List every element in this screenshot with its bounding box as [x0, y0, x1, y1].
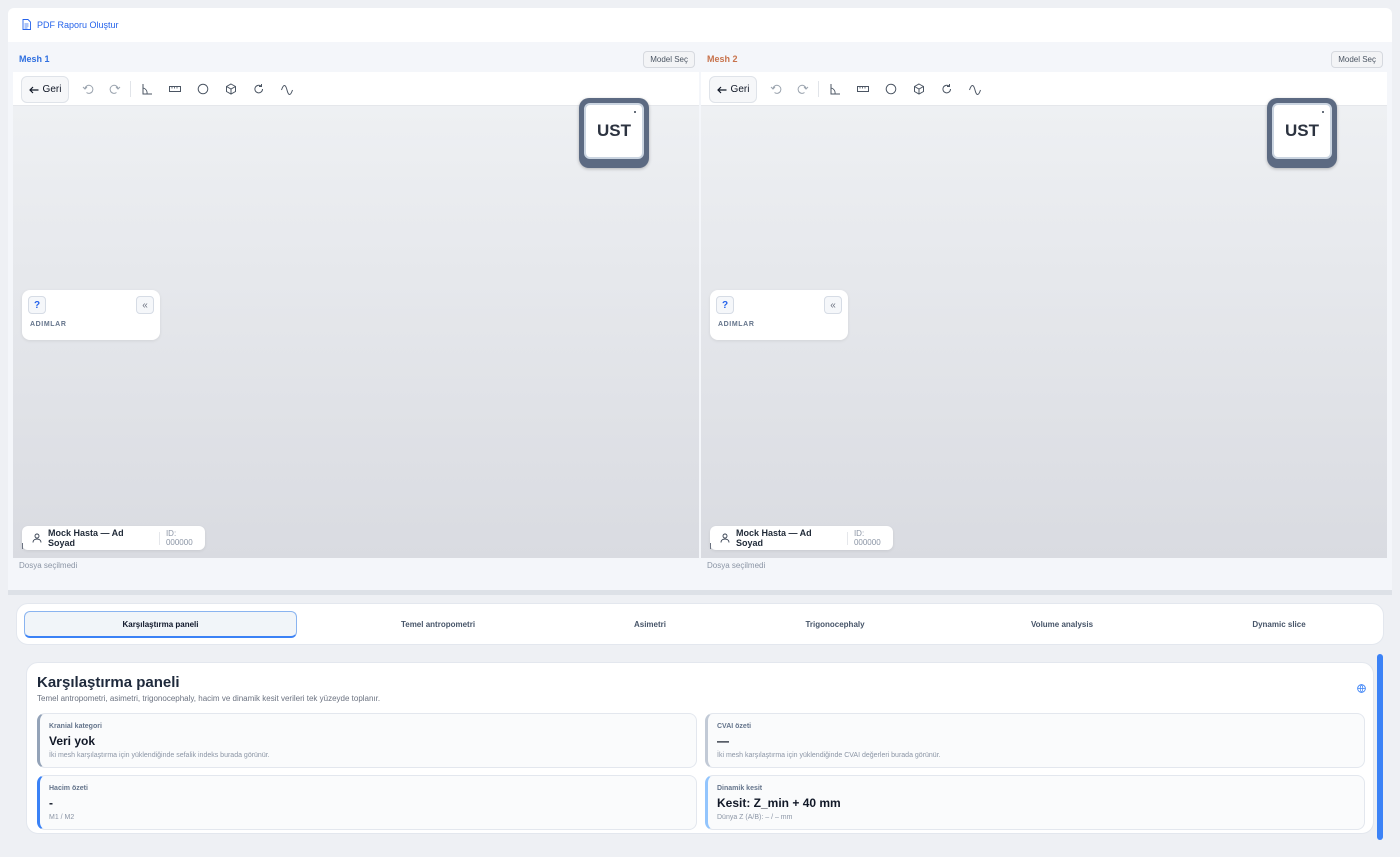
help-button[interactable]: ? [716, 296, 734, 314]
pdf-report-label: PDF Raporu Oluştur [37, 19, 119, 30]
mesh1-pane: Mesh 1 Model Seç Geri UST ? « ADIMLAR Mo… [13, 42, 699, 590]
metric-value: — [717, 734, 729, 748]
mesh2-title: Mesh 2 [707, 54, 738, 64]
arrow-left-icon [28, 86, 39, 93]
metric-label: Kranial kategori [49, 723, 102, 730]
circle-icon[interactable] [883, 81, 899, 97]
mesh2-file-status: Dosya seçilmedi [707, 561, 766, 570]
metric-value: Veri yok [49, 734, 96, 748]
curve-icon[interactable] [279, 81, 295, 97]
top-bar: PDF Raporu Oluştur [8, 8, 1392, 42]
patient-name: Mock Hasta — Ad Soyad [735, 528, 812, 548]
ruler-icon[interactable] [167, 81, 183, 97]
steps-panel: ? « ADIMLAR [710, 290, 848, 340]
viewer-area: Mesh 1 Model Seç Geri UST ? « ADIMLAR Mo… [8, 42, 1392, 590]
mesh1-model-select-button[interactable]: Model Seç [643, 51, 695, 68]
cube-icon[interactable] [223, 81, 239, 97]
mesh2-model-select-button[interactable]: Model Seç [1331, 51, 1383, 68]
metric-label: Hacim özeti [49, 785, 88, 792]
ruler-icon[interactable] [855, 81, 871, 97]
patient-id: ID: 000000 [165, 529, 193, 547]
collapse-button[interactable]: « [136, 296, 154, 314]
rotate-icon[interactable] [251, 81, 267, 97]
cube-face-label: UST [1285, 121, 1319, 140]
patient-badge: Mock Hasta — Ad Soyad ID: 000000 [710, 526, 893, 550]
metric-note: İki mesh karşılaştırma için yüklendiğind… [49, 752, 270, 759]
panel-title: Karşılaştırma paneli [37, 674, 180, 691]
volume-summary-card: Hacim özeti - M1 / M2 [37, 775, 697, 830]
tab-comparison-panel[interactable]: Karşılaştırma paneli [24, 611, 297, 638]
orientation-cube[interactable]: UST [579, 98, 649, 168]
pdf-report-button[interactable]: PDF Raporu Oluştur [22, 19, 119, 30]
rotate-icon[interactable] [939, 81, 955, 97]
metric-note: Dünya Z (A/B): – / – mm [717, 814, 793, 821]
toolbar-separator [130, 81, 131, 97]
globe-icon[interactable] [1357, 684, 1366, 693]
metric-note: M1 / M2 [49, 814, 75, 821]
steps-label: ADIMLAR [718, 321, 755, 328]
document-icon [22, 19, 31, 30]
mesh1-back-label: Geri [42, 84, 62, 95]
cranial-category-card: Kranial kategori Veri yok İki mesh karşı… [37, 713, 697, 768]
metric-value: Kesit: Z_min + 40 mm [717, 796, 841, 810]
mesh2-back-button[interactable]: Geri [709, 76, 757, 103]
canvas-marker [710, 543, 711, 549]
panel-scrollbar[interactable] [1377, 654, 1383, 840]
comparison-panel: Karşılaştırma paneli Temel antropometri,… [26, 662, 1374, 834]
user-icon [32, 533, 42, 543]
tab-volume-analysis[interactable]: Volume analysis [1002, 611, 1122, 638]
panel-subtitle: Temel antropometri, asimetri, trigonocep… [37, 694, 381, 703]
help-button[interactable]: ? [28, 296, 46, 314]
metric-label: Dinamik kesit [717, 785, 763, 792]
angle-icon[interactable] [827, 81, 843, 97]
toolbar-separator [818, 81, 819, 97]
mesh1-file-status: Dosya seçilmedi [19, 561, 78, 570]
canvas-marker [22, 543, 23, 549]
user-icon [720, 533, 730, 543]
collapse-button[interactable]: « [824, 296, 842, 314]
mesh1-back-button[interactable]: Geri [21, 76, 69, 103]
tab-dynamic-slice[interactable]: Dynamic slice [1229, 611, 1329, 638]
tab-asymmetry[interactable]: Asimetri [600, 611, 700, 638]
dynamic-slice-card: Dinamik kesit Kesit: Z_min + 40 mm Dünya… [705, 775, 1365, 830]
redo-icon[interactable] [107, 81, 123, 97]
circle-icon[interactable] [195, 81, 211, 97]
mesh2-3d-canvas[interactable]: UST ? « ADIMLAR Mock Hasta — Ad Soyad ID… [701, 98, 1387, 558]
metric-note: İki mesh karşılaştırma için yüklendiğind… [717, 752, 941, 759]
undo-icon[interactable] [768, 81, 784, 97]
patient-name: Mock Hasta — Ad Soyad [47, 528, 124, 548]
metric-label: CVAI özeti [717, 723, 752, 730]
orientation-cube[interactable]: UST [1267, 98, 1337, 168]
angle-icon[interactable] [139, 81, 155, 97]
steps-panel: ? « ADIMLAR [22, 290, 160, 340]
resize-divider[interactable] [8, 590, 1392, 595]
cube-icon[interactable] [911, 81, 927, 97]
steps-label: ADIMLAR [30, 321, 67, 328]
undo-icon[interactable] [80, 81, 96, 97]
mesh2-back-label: Geri [730, 84, 750, 95]
metric-value: - [49, 796, 53, 810]
analysis-tabs: Karşılaştırma paneli Temel antropometri … [16, 603, 1384, 645]
tab-trigonocephaly[interactable]: Trigonocephaly [785, 611, 885, 638]
mesh2-pane: Mesh 2 Model Seç Geri UST ? « ADIMLAR Mo… [701, 42, 1387, 590]
patient-badge: Mock Hasta — Ad Soyad ID: 000000 [22, 526, 205, 550]
mesh1-title: Mesh 1 [19, 54, 50, 64]
arrow-left-icon [716, 86, 727, 93]
cube-face-label: UST [597, 121, 631, 140]
cvai-summary-card: CVAI özeti — İki mesh karşılaştırma için… [705, 713, 1365, 768]
curve-icon[interactable] [967, 81, 983, 97]
tab-basic-anthropometry[interactable]: Temel antropometri [338, 611, 538, 638]
patient-id: ID: 000000 [853, 529, 881, 547]
redo-icon[interactable] [795, 81, 811, 97]
mesh1-3d-canvas[interactable]: UST ? « ADIMLAR Mock Hasta — Ad Soyad ID… [13, 98, 699, 558]
